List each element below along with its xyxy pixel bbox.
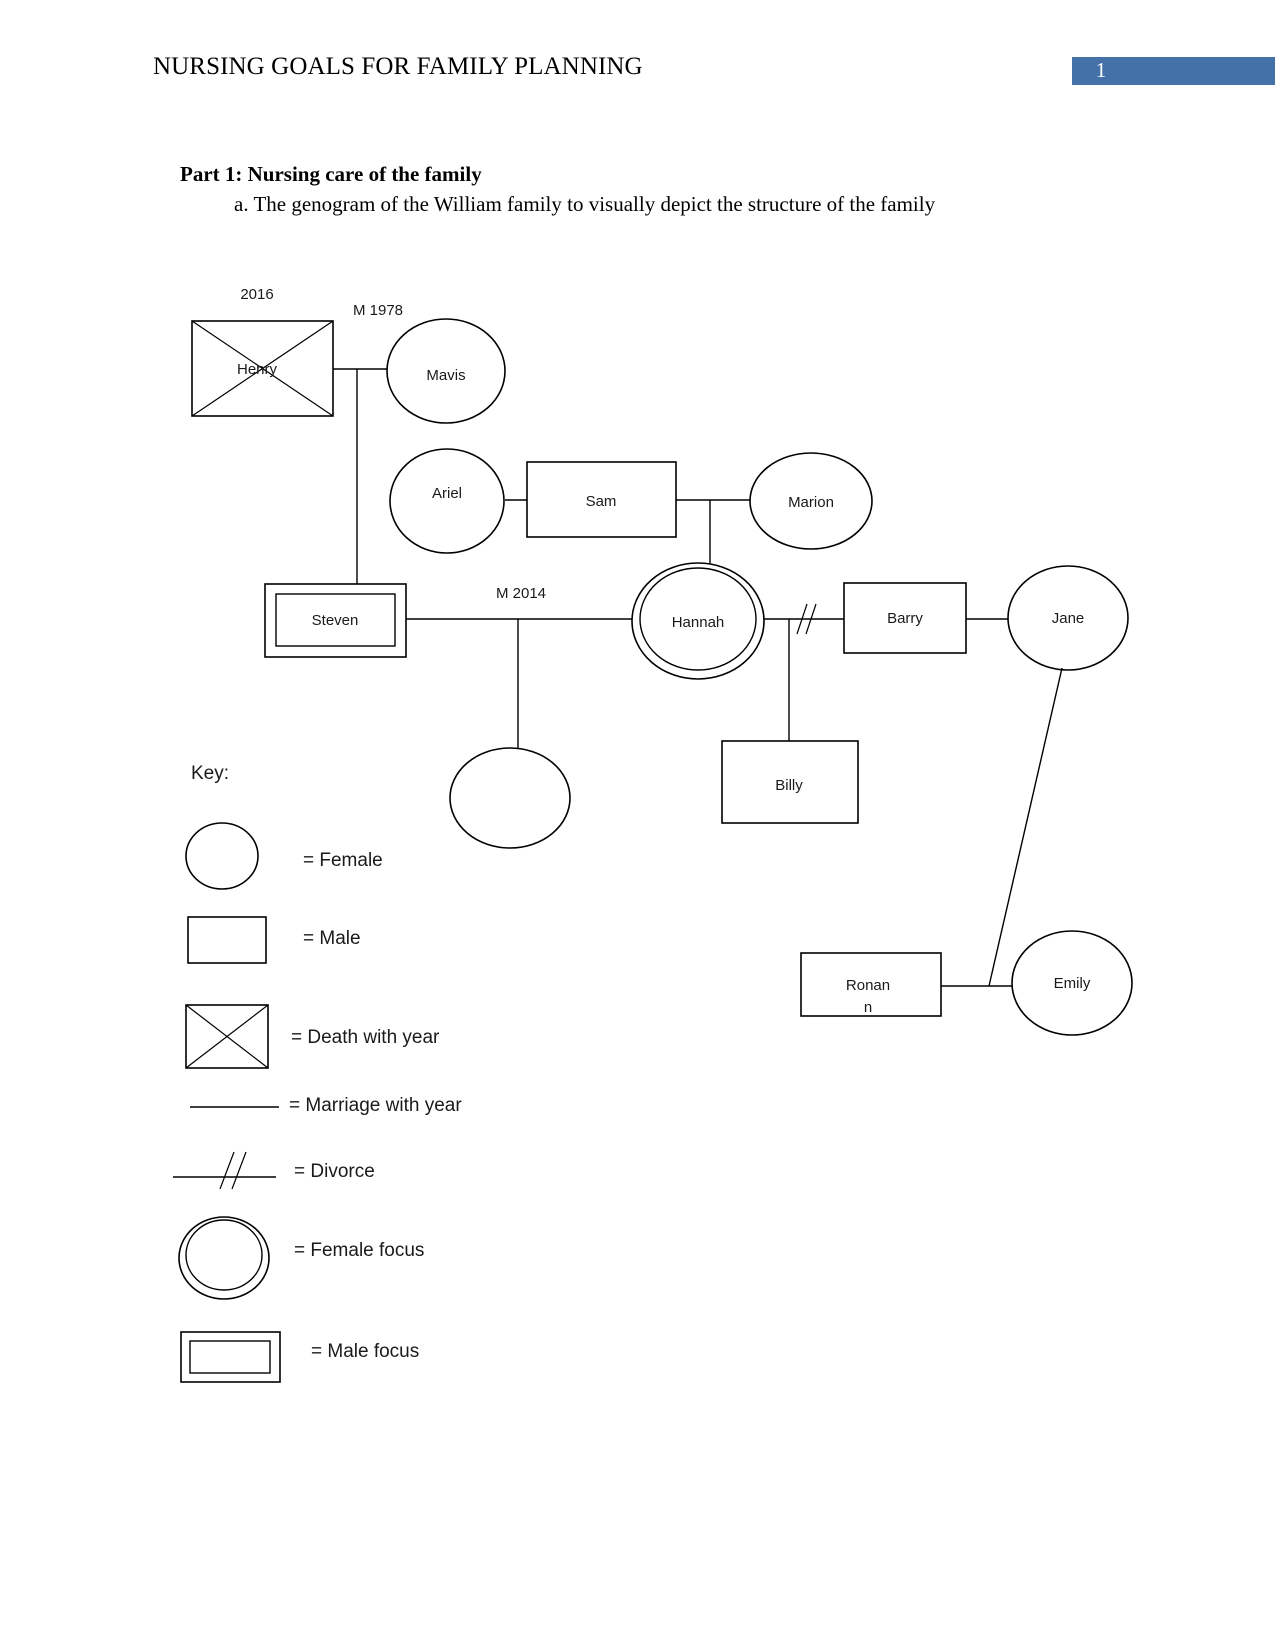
key-symbol-male-focus-inner	[189, 1340, 271, 1374]
person-jane-label: Jane	[1052, 610, 1085, 627]
person-emily-shape	[1011, 930, 1133, 1036]
key-symbol-male-focus-outer	[180, 1331, 281, 1383]
person-ariel-shape	[389, 448, 505, 554]
person-steven-inner-shape	[275, 593, 396, 647]
key-divorce-slash-2	[231, 1151, 247, 1190]
key-label-divorce: = Divorce	[294, 1161, 375, 1182]
document-header-title: NURSING GOALS FOR FAMILY PLANNING	[153, 53, 643, 80]
person-marion-label: Marion	[788, 494, 834, 511]
key-symbol-female-focus-inner	[185, 1219, 263, 1291]
key-label-marriage: = Marriage with year	[289, 1095, 462, 1116]
person-ronan-label: Ronan	[846, 977, 890, 994]
divorce-slash-2	[805, 603, 817, 635]
person-hannah-inner-shape	[639, 567, 757, 671]
person-barry-label: Barry	[887, 610, 923, 627]
person-marion-shape	[749, 452, 873, 550]
genogram-figure: Henry 2016 M 1978 Mavis Ariel Sam Marion…	[173, 286, 1133, 1383]
key-death-x-2	[185, 1004, 269, 1069]
person-ronan-label-overflow: n	[864, 999, 872, 1016]
person-mavis-label: Mavis	[426, 367, 465, 384]
key-symbol-death-square	[185, 1004, 269, 1069]
key-label-male-focus: = Male focus	[311, 1341, 419, 1362]
person-ronan-shape	[800, 952, 942, 1017]
key-label-female-focus: = Female focus	[294, 1240, 424, 1261]
key-symbol-female-focus-outer	[178, 1216, 270, 1300]
person-billy-shape	[721, 740, 859, 824]
henry-death-x-2	[191, 320, 334, 417]
person-henry-shape	[191, 320, 334, 417]
person-unnamed-daughter-shape	[449, 747, 571, 849]
document-page: 1 NURSING GOALS FOR FAMILY PLANNING Part…	[0, 0, 1275, 1650]
henry-death-x-1	[191, 320, 334, 417]
key-symbol-male-square	[187, 916, 267, 964]
marriage-1978-label: M 1978	[353, 302, 403, 319]
person-sam-label: Sam	[586, 493, 617, 510]
intro-paragraph: a. The genogram of the William family to…	[234, 192, 936, 216]
person-henry-label: Henry	[237, 361, 278, 378]
key-death-x-1	[185, 1004, 269, 1069]
person-barry-shape	[843, 582, 967, 654]
person-hannah-outer-shape	[631, 562, 765, 680]
person-ariel-label: Ariel	[432, 485, 462, 502]
marriage-2014-label: M 2014	[496, 585, 546, 602]
key-label-female: = Female	[303, 850, 383, 871]
key-symbol-female-circle	[185, 822, 259, 890]
key-title: Key:	[191, 763, 229, 784]
henry-death-year-label: 2016	[240, 286, 273, 303]
key-label-male: = Male	[303, 928, 361, 949]
person-hannah-label: Hannah	[672, 614, 725, 631]
person-steven-outer-shape	[264, 583, 407, 658]
person-emily-label: Emily	[1054, 975, 1091, 992]
key-label-death: = Death with year	[291, 1027, 440, 1048]
person-jane-shape	[1007, 565, 1129, 671]
person-billy-label: Billy	[775, 777, 803, 794]
divorce-slash-1	[796, 603, 808, 635]
person-sam-shape	[526, 461, 677, 538]
part-heading: Part 1: Nursing care of the family	[180, 162, 482, 186]
page-number-text: 1	[1095, 58, 1107, 82]
key-divorce-slash-1	[219, 1151, 235, 1190]
person-steven-label: Steven	[312, 612, 359, 629]
link-jane-to-emily-junction	[988, 667, 1063, 987]
person-mavis-shape	[386, 318, 506, 424]
